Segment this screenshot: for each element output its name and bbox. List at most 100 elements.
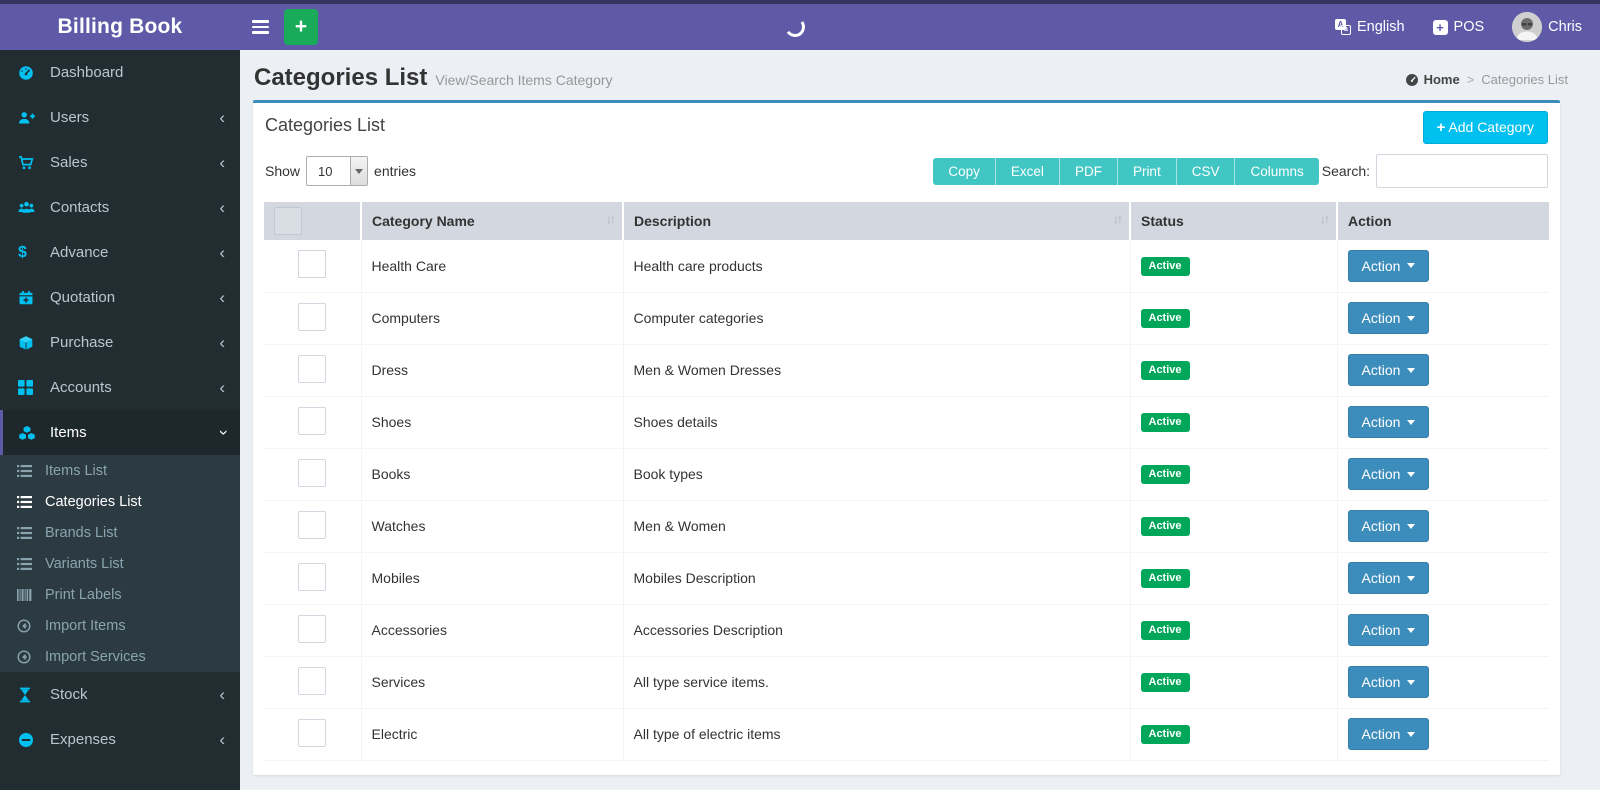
list-icon [17, 465, 39, 477]
avatar [1512, 12, 1542, 42]
table-row: Shoes Shoes details Active Action [264, 396, 1549, 448]
copy-button[interactable]: Copy [933, 158, 996, 185]
entries-select[interactable]: 10 [306, 156, 368, 186]
row-checkbox[interactable] [298, 511, 326, 539]
table-row: Health Care Health care products Active … [264, 240, 1549, 292]
user-plus-icon [18, 110, 42, 126]
chevron-down-icon [214, 430, 231, 436]
excel-button[interactable]: Excel [996, 158, 1060, 185]
status-badge: Active [1141, 465, 1190, 484]
sidebar-item-quotation[interactable]: Quotation [0, 275, 240, 320]
action-button[interactable]: Action [1348, 302, 1430, 334]
column-header-action: Action [1337, 202, 1549, 240]
table-row: Mobiles Mobiles Description Active Actio… [264, 552, 1549, 604]
select-all-header[interactable] [264, 202, 361, 240]
row-checkbox[interactable] [298, 667, 326, 695]
pdf-button[interactable]: PDF [1060, 158, 1118, 185]
pos-button[interactable]: + POS [1433, 19, 1485, 35]
chevron-left-icon [219, 289, 225, 306]
breadcrumb-separator: > [1467, 72, 1475, 87]
table-row: Watches Men & Women Active Action [264, 500, 1549, 552]
quick-add-button[interactable]: + [284, 9, 318, 45]
sidebar: Dashboard Users Sales Contacts $ Advance… [0, 50, 240, 790]
category-name: Accessories [361, 604, 623, 656]
barcode-icon [17, 589, 39, 601]
sidebar-item-items[interactable]: Items [0, 410, 240, 455]
category-name: Books [361, 448, 623, 500]
breadcrumb-home[interactable]: Home [1405, 72, 1460, 87]
chevron-left-icon [219, 379, 225, 396]
sidebar-item-users[interactable]: Users [0, 95, 240, 140]
row-checkbox[interactable] [298, 719, 326, 747]
items-submenu: Items List Categories List Brands List V… [0, 455, 240, 672]
sidebar-item-label: Quotation [50, 289, 115, 306]
action-button[interactable]: Action [1348, 354, 1430, 386]
column-header-description[interactable]: Description [623, 202, 1130, 240]
sidebar-item-contacts[interactable]: Contacts [0, 185, 240, 230]
sidebar-item-label: Items [50, 424, 87, 441]
sidebar-item-import-items[interactable]: Import Items [0, 610, 240, 641]
sidebar-item-print-labels[interactable]: Print Labels [0, 579, 240, 610]
row-checkbox[interactable] [298, 615, 326, 643]
status-badge: Active [1141, 413, 1190, 432]
sidebar-item-sales[interactable]: Sales [0, 140, 240, 185]
status-badge: Active [1141, 257, 1190, 276]
select-all-checkbox[interactable] [274, 207, 302, 235]
sidebar-item-purchase[interactable]: Purchase [0, 320, 240, 365]
action-button[interactable]: Action [1348, 406, 1430, 438]
entries-value: 10 [307, 157, 350, 185]
sidebar-item-dashboard[interactable]: Dashboard [0, 50, 240, 95]
sidebar-item-accounts[interactable]: Accounts [0, 365, 240, 410]
add-category-button[interactable]: Add Category [1423, 111, 1548, 144]
app-logo[interactable]: Billing Book [0, 4, 240, 50]
caret-down-icon [1407, 628, 1415, 637]
column-header-status[interactable]: Status [1130, 202, 1337, 240]
panel-title: Categories List [265, 115, 385, 135]
sidebar-item-advance[interactable]: $ Advance [0, 230, 240, 275]
action-button[interactable]: Action [1348, 562, 1430, 594]
categories-panel: Categories List Add Category Show 10 ent… [253, 100, 1560, 775]
sidebar-item-label: Accounts [50, 379, 112, 396]
user-menu[interactable]: Chris [1512, 12, 1582, 42]
row-checkbox[interactable] [298, 303, 326, 331]
search-input[interactable] [1376, 154, 1548, 188]
loading-spinner-icon [783, 15, 806, 38]
action-button[interactable]: Action [1348, 250, 1430, 282]
category-description: Accessories Description [623, 604, 1130, 656]
language-menu[interactable]: Aa English [1335, 19, 1405, 35]
row-checkbox[interactable] [298, 459, 326, 487]
sidebar-item-stock[interactable]: Stock [0, 672, 240, 717]
columns-button[interactable]: Columns [1235, 158, 1318, 185]
tachometer-icon [18, 65, 42, 81]
print-button[interactable]: Print [1118, 158, 1177, 185]
sub-item-label: Print Labels [45, 587, 122, 603]
action-button[interactable]: Action [1348, 510, 1430, 542]
sidebar-item-items-list[interactable]: Items List [0, 455, 240, 486]
action-button[interactable]: Action [1348, 666, 1430, 698]
sidebar-item-label: Stock [50, 686, 88, 703]
sidebar-item-brands-list[interactable]: Brands List [0, 517, 240, 548]
row-checkbox[interactable] [298, 407, 326, 435]
row-checkbox[interactable] [298, 250, 326, 278]
category-name: Electric [361, 708, 623, 760]
header-bar: Billing Book + Aa English + POS Chris [0, 4, 1600, 50]
action-button[interactable]: Action [1348, 458, 1430, 490]
action-button[interactable]: Action [1348, 614, 1430, 646]
status-badge: Active [1141, 517, 1190, 536]
column-header-category-name[interactable]: Category Name [361, 202, 623, 240]
row-checkbox[interactable] [298, 563, 326, 591]
category-description: Mobiles Description [623, 552, 1130, 604]
sidebar-item-expenses[interactable]: Expenses [0, 717, 240, 762]
sidebar-item-categories-list[interactable]: Categories List [0, 486, 240, 517]
row-checkbox[interactable] [298, 355, 326, 383]
sidebar-item-label: Sales [50, 154, 88, 171]
table-row: Computers Computer categories Active Act… [264, 292, 1549, 344]
action-button[interactable]: Action [1348, 718, 1430, 750]
csv-button[interactable]: CSV [1177, 158, 1236, 185]
caret-down-icon [1407, 472, 1415, 481]
list-icon [17, 527, 39, 539]
sidebar-item-variants-list[interactable]: Variants List [0, 548, 240, 579]
sidebar-item-import-services[interactable]: Import Services [0, 641, 240, 672]
sidebar-toggle-icon[interactable] [240, 4, 280, 50]
categories-table: Category Name Description Status Action … [264, 202, 1549, 761]
